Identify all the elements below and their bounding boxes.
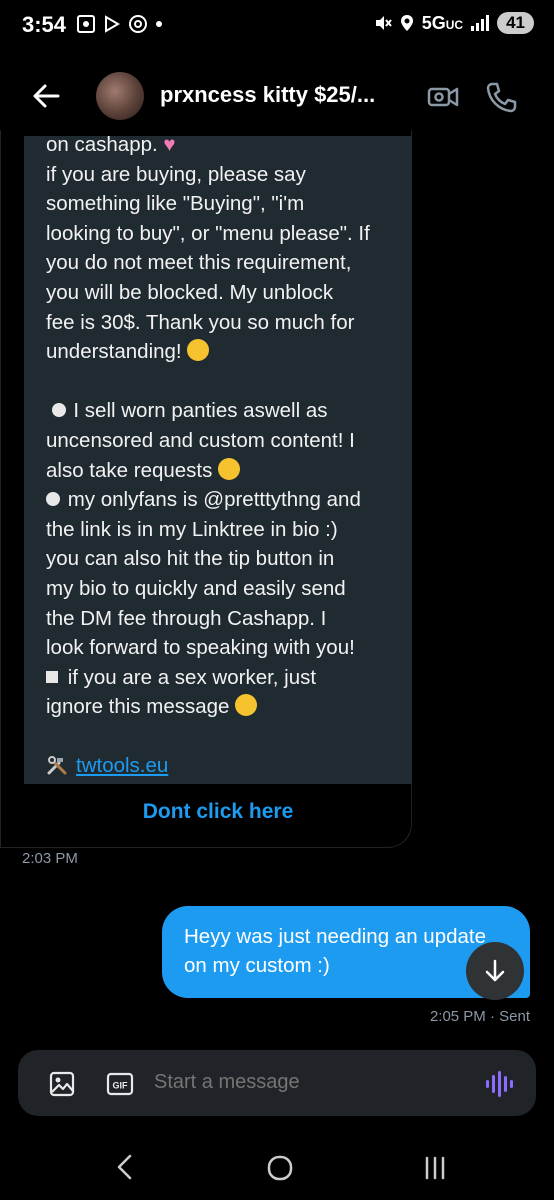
message-line: my bio to quickly and easily send (46, 576, 346, 600)
message-line: uncensored and custom content! I (46, 428, 355, 452)
gif-icon[interactable]: GIF (106, 1070, 134, 1098)
location-icon (400, 15, 413, 31)
received-timestamp: 2:03 PM (22, 850, 78, 867)
message-line: looking to buy", or "menu please". If (46, 221, 370, 245)
status-notification-icons (76, 14, 164, 34)
smiling-emoji-icon (235, 694, 258, 717)
twtools-link[interactable]: twtools.eu (76, 754, 168, 777)
video-call-icon[interactable] (426, 80, 460, 114)
scroll-down-button[interactable] (466, 942, 524, 1000)
message-line: my onlyfans is @pretttythng and (46, 485, 406, 515)
phone-icon[interactable] (484, 80, 518, 114)
message-line: look forward to speaking with you! (46, 636, 355, 660)
system-navigation-bar (0, 1130, 554, 1200)
message-input[interactable] (154, 1071, 454, 1094)
message-line: understanding! (46, 337, 406, 367)
message-line: you will be blocked. My unblock (46, 280, 334, 304)
message-line: something like "Buying", "i'm (46, 192, 305, 216)
app-notification-icon (129, 15, 147, 33)
message-line: I sell worn panties aswell as (46, 396, 406, 426)
message-line: on my custom :) (184, 954, 330, 977)
message-line: twtools.eu (46, 751, 406, 781)
network-label: 5GUC (421, 12, 464, 33)
message-composer: GIF (18, 1050, 536, 1116)
nav-recents-icon[interactable] (422, 1154, 448, 1182)
gif-label: GIF (113, 1081, 129, 1091)
play-store-icon (105, 15, 120, 33)
voice-wave-icon[interactable] (484, 1068, 516, 1100)
battery-indicator: 41 (497, 12, 534, 34)
message-line: Heyy was just needing an update (184, 925, 487, 948)
hammer-wrench-icon (47, 756, 67, 775)
status-system-icons: 5GUC 41 (374, 12, 534, 34)
avatar[interactable] (96, 72, 144, 120)
mute-icon (375, 16, 392, 30)
message-line: you can also hit the tip button in (46, 547, 335, 571)
nav-back-icon[interactable] (112, 1152, 138, 1182)
message-line: you do not meet this requirement, (46, 251, 352, 275)
nav-home-icon[interactable] (266, 1154, 294, 1182)
bullet-dot-icon (46, 492, 60, 507)
kiss-emoji-icon (187, 339, 210, 362)
sent-message-text: Heyy was just needing an update on my cu… (184, 922, 514, 980)
message-line: on cashapp. ♥ (46, 133, 176, 156)
image-icon[interactable] (48, 1070, 76, 1098)
message-line: fee is 30$. Thank you so much for (46, 310, 355, 334)
bullet-dot-icon (51, 403, 66, 418)
dot-icon (156, 21, 162, 27)
dont-click-button[interactable]: Dont click here (24, 800, 412, 824)
status-bar: 3:54 5GUC 41 (0, 0, 554, 56)
status-time: 3:54 (22, 12, 67, 37)
signal-icon (471, 15, 490, 31)
smiling-emoji-icon (218, 457, 241, 480)
conversation-header: prxncess kitty $25/... (0, 56, 554, 136)
arrow-left-icon[interactable] (28, 78, 64, 114)
heart-icon: ♥ (163, 133, 176, 156)
message-line: the DM fee through Cashapp. I (46, 606, 327, 630)
arrow-down-icon (485, 959, 505, 982)
screenshot-icon (77, 15, 95, 33)
message-line: the link is in my Linktree in bio :) (46, 517, 338, 541)
message-line: also take requests (46, 456, 406, 486)
message-line: if you are buying, please say (46, 162, 306, 186)
conversation-title[interactable]: prxncess kitty $25/... (160, 82, 375, 108)
sent-timestamp: 2:05 PM · Sent (429, 1008, 530, 1025)
received-message-text: on cashapp. ♥ if you are buying, please … (46, 130, 406, 781)
bullet-square-icon (46, 670, 58, 683)
message-line: if you are a sex worker, just (46, 663, 406, 693)
message-line: ignore this message (46, 692, 406, 722)
